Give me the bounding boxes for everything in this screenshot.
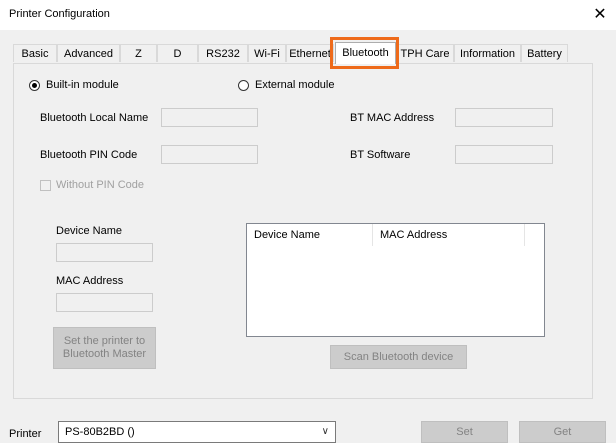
- mac-address-field[interactable]: [455, 108, 553, 127]
- device-list[interactable]: Device Name MAC Address: [246, 223, 545, 337]
- chevron-down-icon: ∨: [321, 426, 329, 437]
- radio-external-label: External module: [255, 79, 335, 91]
- device-name-field[interactable]: [56, 243, 153, 262]
- device-name-label: Device Name: [56, 225, 123, 237]
- tab-advanced[interactable]: Advanced: [57, 44, 120, 62]
- column-device-name[interactable]: Device Name: [247, 224, 373, 246]
- without-pin-label: Without PIN Code: [56, 179, 145, 191]
- local-name-label: Bluetooth Local Name: [40, 112, 149, 124]
- tab-basic[interactable]: Basic: [13, 44, 57, 62]
- set-master-line1: Set the printer to: [63, 335, 146, 347]
- window-title: Printer Configuration: [9, 8, 110, 20]
- radio-selected-icon: [29, 79, 40, 91]
- checkbox-icon: [40, 179, 51, 191]
- printer-label: Printer: [9, 428, 42, 440]
- mac-address-label: BT MAC Address: [350, 112, 435, 124]
- active-tab-highlight: [330, 37, 399, 69]
- pin-code-field[interactable]: [161, 145, 258, 164]
- radio-builtin-label: Built-in module: [46, 79, 119, 91]
- tab-wifi[interactable]: Wi-Fi: [248, 44, 286, 62]
- pin-code-label: Bluetooth PIN Code: [40, 149, 138, 161]
- set-bluetooth-master-button[interactable]: Set the printer to Bluetooth Master: [53, 327, 156, 369]
- tab-rs232[interactable]: RS232: [198, 44, 248, 62]
- close-icon[interactable]: ✕: [590, 4, 610, 24]
- tab-tph-care[interactable]: TPH Care: [396, 44, 454, 62]
- tab-d[interactable]: D: [157, 44, 198, 62]
- without-pin-checkbox[interactable]: Without PIN Code: [40, 179, 144, 191]
- mac-label: MAC Address: [56, 275, 124, 287]
- tab-battery[interactable]: Battery: [521, 44, 568, 62]
- tab-ethernet[interactable]: Ethernet: [286, 44, 334, 62]
- software-label: BT Software: [350, 149, 411, 161]
- device-list-header: Device Name MAC Address: [247, 224, 544, 246]
- get-button[interactable]: Get: [519, 421, 606, 443]
- printer-select-value: PS-80B2BD (): [65, 426, 135, 438]
- set-button[interactable]: Set: [421, 421, 508, 443]
- local-name-field[interactable]: [161, 108, 258, 127]
- column-empty: [525, 224, 544, 246]
- title-bar: Printer Configuration ✕: [0, 0, 616, 30]
- mac-field[interactable]: [56, 293, 153, 312]
- software-field[interactable]: [455, 145, 553, 164]
- set-master-line2: Bluetooth Master: [62, 348, 147, 360]
- tab-information[interactable]: Information: [454, 44, 521, 62]
- radio-external-module[interactable]: External module: [238, 79, 335, 91]
- column-mac-address[interactable]: MAC Address: [373, 224, 525, 246]
- radio-builtin-module[interactable]: Built-in module: [29, 79, 119, 91]
- scan-bluetooth-button[interactable]: Scan Bluetooth device: [330, 345, 467, 369]
- printer-select[interactable]: PS-80B2BD () ∨: [58, 421, 336, 443]
- tab-z[interactable]: Z: [120, 44, 157, 62]
- radio-unselected-icon: [238, 79, 249, 91]
